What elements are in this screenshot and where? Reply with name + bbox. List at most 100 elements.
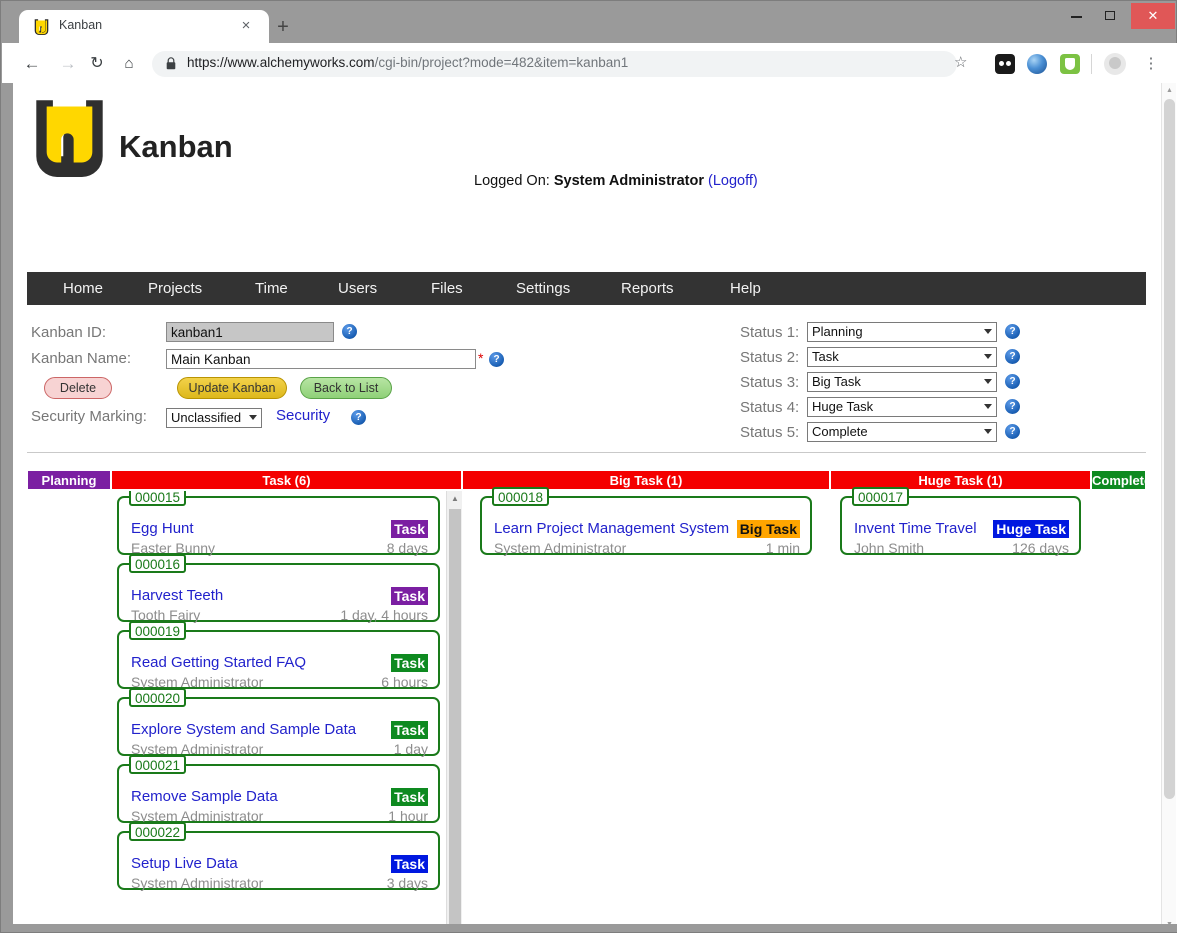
status-2-label: Status 2: [740,349,800,366]
status-4-value: Huge Task [812,399,874,414]
logoff-link[interactable]: (Logoff) [708,173,758,189]
kanban-board: 000015 Egg Hunt Easter Bunny Task 8 days 0000… [27,487,1146,932]
forward-icon[interactable]: → [57,53,79,75]
kanban-card[interactable]: 000022 Setup Live Data System Administrato… [117,822,440,891]
nav-item-projects[interactable]: Projects [148,272,202,305]
help-icon-status-2[interactable]: ? [1005,349,1020,364]
kanban-card[interactable]: 000018 Learn Project Management System Sys… [480,487,812,556]
close-icon[interactable]: × [237,17,255,35]
extension-icon-2[interactable] [1027,54,1047,74]
browser-tab[interactable]: Kanban × [19,10,269,43]
status-3-select[interactable]: Big Task [807,372,997,392]
toolbar-divider [1091,54,1092,74]
status-badge: Huge Task [993,520,1069,538]
chevron-down-icon [249,415,257,420]
card-id: 000019 [129,621,187,640]
extension-icon-1[interactable] [995,54,1015,74]
extension-icon-3[interactable] [1060,54,1080,74]
address-bar[interactable]: https://www.alchemyworks.com/cgi-bin/pro… [152,51,957,77]
card-title[interactable]: Remove Sample Data [131,788,278,805]
status-badge: Task [391,587,428,605]
reload-icon[interactable]: ↻ [86,53,108,75]
card-title[interactable]: Read Getting Started FAQ [131,654,306,671]
card-title[interactable]: Learn Project Management System [494,520,729,537]
minimize-button[interactable] [1059,3,1093,29]
back-icon[interactable]: ← [21,53,43,75]
url-text: https://www.alchemyworks.com/cgi-bin/pro… [187,55,628,70]
scroll-up-icon[interactable]: ▲ [1162,83,1177,98]
new-tab-button[interactable]: + [269,13,297,41]
scroll-up-icon[interactable]: ▲ [447,491,462,507]
bookmark-star-icon[interactable]: ☆ [954,53,967,71]
kanban-column-header[interactable]: Complete [1091,470,1151,490]
card-title[interactable]: Egg Hunt [131,520,194,537]
update-kanban-button[interactable]: Update Kanban [177,377,287,399]
kanban-name-input[interactable] [166,349,476,369]
security-marking-select[interactable]: Unclassified [166,408,262,428]
page-scrollbar[interactable]: ▲ ▼ [1161,83,1176,932]
status-2-select[interactable]: Task [807,347,997,367]
help-icon-status-4[interactable]: ? [1005,399,1020,414]
card-duration: 3 days [386,875,428,891]
nav-item-home[interactable]: Home [63,272,103,305]
kanban-card[interactable]: 000017 Invent Time Travel John Smith Huge T… [840,487,1081,556]
browser-titlebar: Kanban × + ✕ [1,1,1176,43]
browser-toolbar: ← → ↻ ⌂ https://www.alchemyworks.com/cgi… [2,43,1177,83]
card-title[interactable]: Setup Live Data [131,855,238,872]
status-badge: Big Task [736,520,800,538]
card-id: 000016 [129,554,187,573]
help-icon-status-3[interactable]: ? [1005,374,1020,389]
card-title[interactable]: Invent Time Travel [854,520,977,537]
avatar[interactable] [1104,53,1126,75]
card-owner: John Smith [854,540,925,556]
nav-item-reports[interactable]: Reports [621,272,674,305]
back-to-list-button[interactable]: Back to List [300,377,392,399]
card-owner: System Administrator [494,540,627,556]
help-icon-kanban-name[interactable]: ? [489,352,504,367]
kanban-name-label: Kanban Name: [31,350,132,367]
nav-item-users[interactable]: Users [338,272,377,305]
kanban-card[interactable]: 000020 Explore System and Sample Data Syst… [117,688,440,757]
scrollbar-thumb[interactable] [449,509,461,929]
card-duration: 1 day [393,741,428,757]
kanban-column-hugetask: 000017 Invent Time Travel John Smith Huge T… [830,487,1091,932]
help-icon-kanban-id[interactable]: ? [342,324,357,339]
card-title[interactable]: Harvest Teeth [131,587,223,604]
help-icon-security[interactable]: ? [351,410,366,425]
delete-button[interactable]: Delete [44,377,112,399]
kanban-column-header[interactable]: Task (6) [111,470,462,490]
kanban-column-headers: Planning Task (6) Big Task (1) Huge Task (1… [27,470,1151,490]
help-icon-status-1[interactable]: ? [1005,324,1020,339]
help-icon-status-5[interactable]: ? [1005,424,1020,439]
kanban-card[interactable]: 000016 Harvest Teeth Tooth Fairy Task 1 day,… [117,554,440,623]
column-scrollbar-task[interactable]: ▲ ▼ [446,491,462,932]
status-5-select[interactable]: Complete [807,422,997,442]
kanban-card[interactable]: 000021 Remove Sample Data System Administr… [117,755,440,824]
card-id: 000022 [129,822,187,841]
browser-menu-icon[interactable]: ⋮ [1142,53,1160,75]
status-1-select[interactable]: Planning [807,322,997,342]
scrollbar-thumb[interactable] [1164,99,1175,799]
url-path: /cgi-bin/project?mode=482&item=kanban1 [374,55,629,70]
nav-item-help[interactable]: Help [730,272,761,305]
kanban-id-input[interactable] [166,322,334,342]
card-id: 000018 [492,487,550,506]
security-marking-label: Security Marking: [31,408,147,425]
kanban-card[interactable]: 000015 Egg Hunt Easter Bunny Task 8 days [117,491,440,556]
nav-item-files[interactable]: Files [431,272,463,305]
kanban-logo-icon [28,94,111,177]
kanban-column-header[interactable]: Planning [27,470,111,490]
card-title[interactable]: Explore System and Sample Data [131,721,356,738]
card-duration: 126 days [1012,540,1069,556]
status-3-label: Status 3: [740,374,800,391]
close-window-button[interactable]: ✕ [1131,3,1175,29]
card-id: 000020 [129,688,187,707]
status-1-value: Planning [812,324,863,339]
kanban-card[interactable]: 000019 Read Getting Started FAQ System Adm… [117,621,440,690]
nav-item-time[interactable]: Time [255,272,288,305]
home-icon[interactable]: ⌂ [118,53,140,75]
status-4-select[interactable]: Huge Task [807,397,997,417]
maximize-button[interactable] [1093,3,1127,29]
security-link[interactable]: Security [276,407,330,424]
nav-item-settings[interactable]: Settings [516,272,570,305]
